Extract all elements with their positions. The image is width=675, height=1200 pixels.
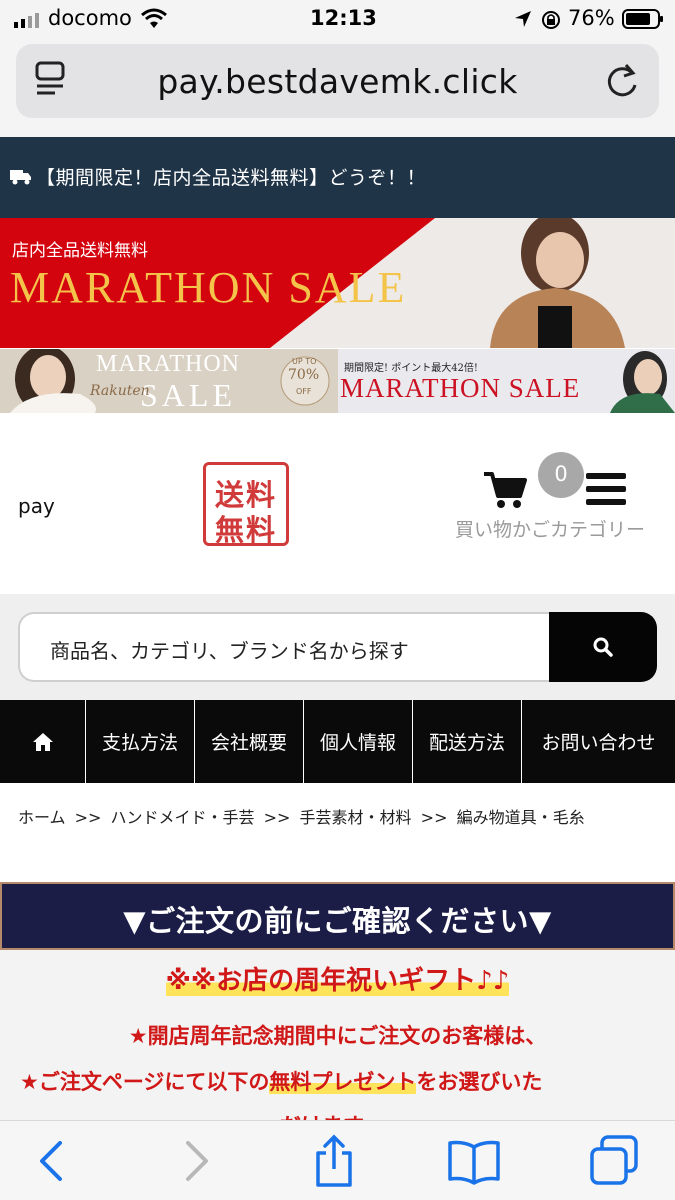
gift-line-1: ★開店周年記念期間中にご注文のお客様は、 xyxy=(128,1024,547,1048)
order-confirm-heading: ▼ご注文の前にご確認ください▼ xyxy=(0,882,675,950)
banner2-badge-value: 70% xyxy=(288,367,320,383)
category-label[interactable]: カテゴリー xyxy=(550,515,645,542)
banner1-title: MARATHON SALE xyxy=(10,262,406,313)
promo-banner-strip[interactable]: MARATHON SALE Rakuten UP TO 70% OFF 期間限定… xyxy=(0,349,675,413)
address-bar[interactable]: pay.bestdavemk.click xyxy=(16,44,659,118)
banner2-right-title: MARATHON SALE xyxy=(340,373,581,403)
cart-label[interactable]: 買い物かご xyxy=(455,515,550,542)
gift-line-2: ★ご注文ページにて以下の無料プレゼントをお選びいた xyxy=(20,1066,542,1096)
back-icon[interactable] xyxy=(22,1131,82,1191)
banner2-right-small: 期間限定! ポイント最大42倍! xyxy=(344,363,478,374)
status-bar: docomo 12:13 76% xyxy=(0,0,675,40)
bookmarks-icon[interactable] xyxy=(444,1131,504,1191)
search-button[interactable] xyxy=(549,612,657,682)
crumb-materials[interactable]: 手芸素材・材料 xyxy=(300,808,412,827)
nav-contact[interactable]: お問い合わせ xyxy=(522,700,675,783)
gift-title: ※※お店の周年祝いギフト♪♪ xyxy=(0,960,675,997)
crumb-separator: >> xyxy=(74,808,102,827)
banner2-left-title-1: MARATHON xyxy=(96,351,241,377)
nav-payment[interactable]: 支払方法 xyxy=(86,700,195,783)
cart-count: 0 xyxy=(554,462,568,486)
cart-count-badge: 0 xyxy=(538,452,584,498)
notice-text: 【期間限定！店内全品送料無料】どうぞ！！ xyxy=(36,167,427,189)
crumb-handmade[interactable]: ハンドメイド・手芸 xyxy=(111,808,255,827)
banner2-left-title-2: SALE xyxy=(140,377,236,413)
search-section: 商品名、カテゴリ、ブランド名から探す xyxy=(0,594,675,700)
banner2-badge-top: UP TO xyxy=(292,357,317,366)
site-header: pay 送料 無料 0 買い物かご カテゴリー xyxy=(0,414,675,594)
carrier-label: docomo xyxy=(48,6,132,30)
forward-icon[interactable] xyxy=(166,1131,226,1191)
tabs-icon[interactable] xyxy=(584,1131,644,1191)
browser-toolbar xyxy=(0,1120,675,1200)
truck-icon xyxy=(10,169,32,185)
breadcrumb: ホーム >> ハンドメイド・手芸 >> 手芸素材・材料 >> 編み物道具・毛糸 xyxy=(18,804,589,828)
site-name-link[interactable]: pay xyxy=(18,494,55,518)
anniversary-gift-notice: ※※お店の周年祝いギフト♪♪ ★開店周年記念期間中にご注文のお客様は、 ★ご注文… xyxy=(0,950,675,1138)
confirm-heading-text: ▼ご注文の前にご確認ください▼ xyxy=(123,904,552,938)
main-nav: 支払方法 会社概要 個人情報 配送方法 お問い合わせ xyxy=(0,700,675,783)
location-icon xyxy=(514,10,532,28)
logo-line-2: 無料 xyxy=(214,513,277,547)
cart-icon[interactable] xyxy=(482,470,528,510)
crumb-knitting[interactable]: 編み物道具・毛糸 xyxy=(457,808,585,827)
browser-chrome: pay.bestdavemk.click xyxy=(0,40,675,137)
banner2-left-script: Rakuten xyxy=(90,383,150,399)
menu-icon[interactable] xyxy=(586,471,628,507)
search-placeholder: 商品名、カテゴリ、ブランド名から探す xyxy=(50,639,409,663)
gift-line-2b: 無料プレゼント xyxy=(269,1070,417,1094)
banner1-small-text: 店内全品送料無料 xyxy=(12,241,148,261)
wifi-icon xyxy=(140,8,168,30)
nav-shipping[interactable]: 配送方法 xyxy=(413,700,522,783)
reload-icon[interactable] xyxy=(602,61,642,101)
signal-icon xyxy=(14,12,40,28)
crumb-separator: >> xyxy=(420,808,448,827)
clock: 12:13 xyxy=(310,6,377,30)
gift-line-2a: ★ご注文ページにて以下の xyxy=(20,1070,270,1094)
nav-company[interactable]: 会社概要 xyxy=(195,700,304,783)
banner1-title-text: MARATHON SALE xyxy=(10,263,407,312)
battery-percent: 76% xyxy=(568,6,615,30)
free-shipping-logo[interactable]: 送料 無料 xyxy=(203,462,289,547)
share-icon[interactable] xyxy=(304,1131,364,1191)
rotation-lock-icon xyxy=(540,9,562,31)
nav-privacy[interactable]: 個人情報 xyxy=(304,700,413,783)
free-shipping-notice: 【期間限定！店内全品送料無料】どうぞ！！ xyxy=(0,137,675,218)
home-icon xyxy=(32,732,54,752)
gift-title-text: ※※お店の周年祝いギフト♪♪ xyxy=(165,966,510,996)
gift-line-2c: をお選びいた xyxy=(416,1070,543,1094)
nav-home[interactable] xyxy=(0,700,86,783)
banner2-badge-suffix: OFF xyxy=(296,387,312,396)
search-icon xyxy=(592,636,614,658)
crumb-home[interactable]: ホーム xyxy=(18,808,66,827)
battery-icon xyxy=(622,8,664,30)
marathon-sale-banner[interactable]: 店内全品送料無料 MARATHON SALE xyxy=(0,218,675,348)
url-text[interactable]: pay.bestdavemk.click xyxy=(16,62,659,101)
search-input[interactable]: 商品名、カテゴリ、ブランド名から探す xyxy=(18,612,550,682)
crumb-separator: >> xyxy=(263,808,291,827)
